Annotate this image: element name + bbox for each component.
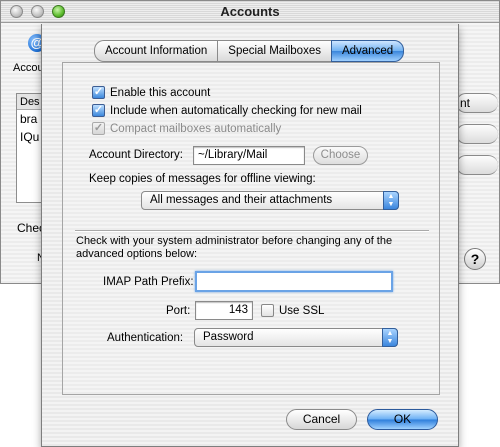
help-button[interactable]: ? — [464, 248, 486, 270]
window-title: Accounts — [220, 4, 280, 19]
remove-account-button[interactable] — [456, 155, 498, 175]
auto-check-option[interactable]: ✓ Include when automatically checking fo… — [92, 104, 362, 117]
compact-option: ✓ Compact mailboxes automatically — [92, 122, 281, 135]
port-field[interactable]: 143 — [195, 301, 253, 320]
authentication-popup[interactable]: Password ▲ ▼ — [194, 328, 398, 347]
popup-arrows-icon: ▲ ▼ — [383, 191, 399, 210]
use-ssl-label: Use SSL — [279, 304, 325, 317]
enable-account-label: Enable this account — [110, 86, 211, 99]
imap-path-prefix-field[interactable] — [195, 271, 393, 292]
auto-check-label: Include when automatically checking for … — [110, 104, 362, 117]
enable-account-option[interactable]: ✓ Enable this account — [92, 86, 210, 99]
imap-path-prefix-label: IMAP Path Prefix: — [103, 276, 194, 288]
tab-advanced[interactable]: Advanced — [330, 40, 405, 62]
authentication-label: Authentication: — [107, 332, 184, 344]
compact-checkbox: ✓ — [92, 122, 105, 135]
tab-account-information[interactable]: Account Information — [94, 40, 218, 62]
account-settings-sheet: Account Information Special Mailboxes Ad… — [41, 24, 459, 447]
auto-check-checkbox[interactable]: ✓ — [92, 104, 105, 117]
admin-note: Check with your system administrator bef… — [76, 235, 393, 260]
choose-button[interactable]: Choose — [313, 146, 368, 165]
authentication-value: Password — [203, 331, 254, 343]
popup-arrows-icon: ▲ ▼ — [382, 328, 398, 347]
use-ssl-checkbox[interactable] — [261, 304, 274, 317]
toolbar-accounts-label[interactable]: Accou — [13, 62, 44, 74]
tab-special-mailboxes[interactable]: Special Mailboxes — [217, 40, 331, 62]
add-account-button[interactable]: nt — [456, 93, 498, 113]
tab-bar: Account Information Special Mailboxes Ad… — [94, 40, 405, 62]
use-ssl-option[interactable]: Use SSL — [261, 304, 324, 317]
window-titlebar: Accounts — [1, 1, 499, 23]
offline-viewing-popup[interactable]: All messages and their attachments ▲ ▼ — [141, 191, 399, 210]
ok-button[interactable]: OK — [367, 409, 438, 430]
enable-account-checkbox[interactable]: ✓ — [92, 86, 105, 99]
offline-viewing-value: All messages and their attachments — [150, 194, 333, 206]
compact-label: Compact mailboxes automatically — [110, 122, 282, 135]
account-directory-field[interactable]: ~/Library/Mail — [193, 146, 305, 165]
account-directory-label: Account Directory: — [89, 149, 183, 161]
separator — [75, 230, 429, 232]
edit-account-button[interactable] — [456, 124, 498, 144]
offline-viewing-label: Keep copies of messages for offline view… — [89, 173, 316, 185]
cancel-button[interactable]: Cancel — [286, 409, 357, 430]
port-label: Port: — [166, 305, 191, 317]
advanced-panel: ✓ Enable this account ✓ Include when aut… — [62, 62, 440, 395]
